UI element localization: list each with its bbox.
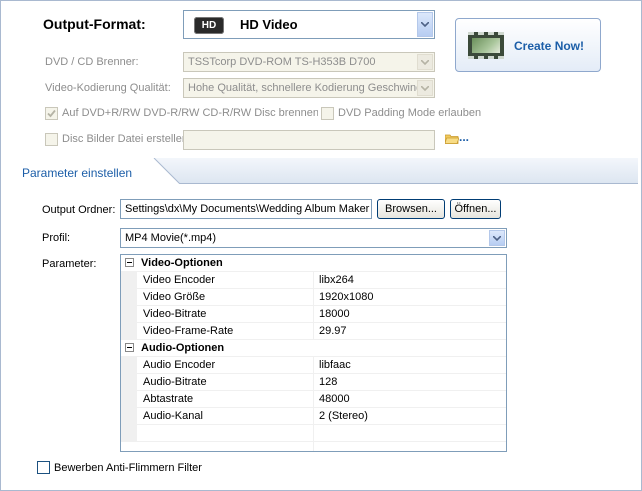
output-format-select[interactable]: HD HD Video [183,10,435,39]
table-row[interactable]: Audio-Bitrate 128 [121,374,506,391]
property-value[interactable]: 128 [319,376,337,388]
video-quality-value: Hohe Qualität, schnellere Kodierung Gesc… [188,82,425,94]
property-value[interactable]: 48000 [319,393,350,405]
disc-image-label: Disc Bilder Datei ersteller [62,133,186,145]
property-name: Audio-Kanal [143,410,203,422]
section-title: Parameter einstellen [22,166,133,180]
chevron-down-icon[interactable] [417,80,433,96]
table-row[interactable]: Video Größe 1920x1080 [121,289,506,306]
video-options-label: Video-Optionen [141,257,223,269]
video-options-category[interactable]: Video-Optionen [121,255,506,272]
chevron-down-icon[interactable] [417,54,433,70]
folder-open-icon[interactable] [444,133,460,147]
output-folder-label: Output Ordner: [42,204,116,216]
chevron-down-icon[interactable] [417,12,433,37]
output-format-label: Output-Format: [43,16,146,32]
property-value[interactable]: 29.97 [319,325,347,337]
dvd-burner-select[interactable]: TSSTcorp DVD-ROM TS-H353B D700 [183,52,435,72]
dvd-padding-label: DVD Padding Mode erlauben [338,107,482,119]
video-quality-label: Video-Kodierung Qualität: [45,82,171,94]
create-now-label: Create Now! [514,39,585,53]
table-row[interactable]: Video Encoder libx264 [121,272,506,289]
hd-video-icon: HD [194,17,224,34]
video-quality-select[interactable]: Hohe Qualität, schnellere Kodierung Gesc… [183,78,435,98]
collapse-icon[interactable] [125,343,134,352]
dvd-burner-value: TSSTcorp DVD-ROM TS-H353B D700 [188,56,376,68]
parameter-section-header: Parameter einstellen [4,158,638,184]
property-value[interactable]: 1920x1080 [319,291,373,303]
property-name: Audio-Bitrate [143,376,207,388]
dvd-output-settings-panel: Output-Format: HD HD Video Create Now! D… [0,0,642,491]
property-name: Abtastrate [143,393,194,405]
table-row[interactable]: Audio-Kanal 2 (Stereo) [121,408,506,425]
dvd-rw-label: Auf DVD+R/RW DVD-R/RW CD-R/RW Disc brenn… [62,107,318,119]
property-value[interactable]: 18000 [319,308,350,320]
property-value[interactable]: libx264 [319,274,354,286]
audio-options-label: Audio-Optionen [141,342,225,354]
property-name: Video Encoder [143,274,215,286]
table-row[interactable]: Audio Encoder libfaac [121,357,506,374]
property-name: Video Größe [143,291,206,303]
property-name: Audio Encoder [143,359,216,371]
output-format-value: HD Video [240,17,298,32]
property-name: Video-Bitrate [143,308,207,320]
profile-label: Profil: [42,232,71,244]
empty-row [121,425,506,442]
profile-value: MP4 Movie(*.mp4) [125,232,217,244]
open-button[interactable]: Öffnen... [450,199,501,219]
dvd-burner-label: DVD / CD Brenner: [45,56,139,68]
collapse-icon[interactable] [125,258,134,267]
table-row[interactable]: Abtastrate 48000 [121,391,506,408]
chevron-down-icon[interactable] [489,230,505,246]
parameter-grid: Video-Optionen Video Encoder libx264 Vid… [120,254,507,452]
film-strip-icon [468,32,504,59]
create-now-button[interactable]: Create Now! [455,18,601,72]
checkmark-icon [47,109,56,118]
property-name: Video-Frame-Rate [143,325,234,337]
browse-button[interactable]: Browsen... [377,199,445,219]
disc-image-path-input[interactable] [183,130,435,150]
property-value[interactable]: 2 (Stereo) [319,410,368,422]
dvd-rw-checkbox[interactable] [45,107,58,120]
property-value[interactable]: libfaac [319,359,351,371]
table-row[interactable]: Video-Frame-Rate 29.97 [121,323,506,340]
disc-image-checkbox[interactable] [45,133,58,146]
dvd-padding-checkbox[interactable] [321,107,334,120]
output-folder-input[interactable]: Settings\dx\My Documents\Wedding Album M… [120,199,372,219]
anti-flicker-checkbox[interactable] [37,461,50,474]
table-row[interactable]: Video-Bitrate 18000 [121,306,506,323]
audio-options-category[interactable]: Audio-Optionen [121,340,506,357]
anti-flicker-label: Bewerben Anti-Flimmern Filter [54,462,202,474]
parameter-label: Parameter: [42,258,97,270]
disc-image-browse-link[interactable]: ... [459,130,469,144]
profile-select[interactable]: MP4 Movie(*.mp4) [120,228,507,248]
